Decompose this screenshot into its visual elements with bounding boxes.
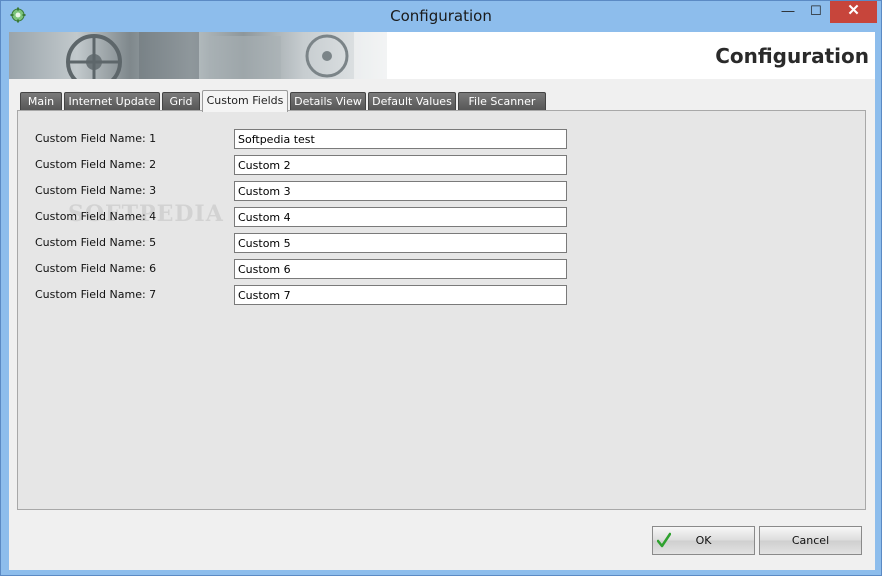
custom-field-input-2[interactable] <box>234 155 567 175</box>
custom-field-row-6: Custom Field Name: 6 <box>18 259 867 279</box>
custom-fields-panel: SOFTPEDIA Custom Field Name: 1 Custom Fi… <box>17 110 866 510</box>
minimize-button[interactable]: — <box>775 1 801 23</box>
tab-file-scanner[interactable]: File Scanner <box>458 92 546 111</box>
custom-field-label-1: Custom Field Name: 1 <box>35 132 157 145</box>
configuration-window: Configuration — ☐ ✕ Configuration Main I… <box>0 0 882 576</box>
custom-field-label-3: Custom Field Name: 3 <box>35 184 157 197</box>
custom-field-row-5: Custom Field Name: 5 <box>18 233 867 253</box>
custom-field-label-7: Custom Field Name: 7 <box>35 288 157 301</box>
tab-main[interactable]: Main <box>20 92 62 111</box>
title-bar[interactable]: Configuration — ☐ ✕ <box>1 1 881 31</box>
custom-field-row-4: Custom Field Name: 4 <box>18 207 867 227</box>
custom-field-label-6: Custom Field Name: 6 <box>35 262 157 275</box>
custom-field-input-3[interactable] <box>234 181 567 201</box>
maximize-button[interactable]: ☐ <box>803 1 829 23</box>
custom-field-row-3: Custom Field Name: 3 <box>18 181 867 201</box>
cancel-button-label: Cancel <box>791 534 830 547</box>
banner-title: Configuration <box>715 44 869 68</box>
header-banner: Configuration <box>9 32 875 79</box>
banner-image <box>9 32 387 79</box>
custom-field-label-5: Custom Field Name: 5 <box>35 236 157 249</box>
custom-field-row-1: Custom Field Name: 1 <box>18 129 867 149</box>
ok-button[interactable]: OK <box>652 526 755 555</box>
tab-custom-fields[interactable]: Custom Fields <box>202 90 288 112</box>
tab-grid[interactable]: Grid <box>162 92 200 111</box>
custom-field-input-1[interactable] <box>234 129 567 149</box>
ok-button-label: OK <box>695 534 712 547</box>
film-reel-graphic <box>66 32 387 79</box>
custom-field-input-4[interactable] <box>234 207 567 227</box>
window-client: Configuration Main Internet Update Grid … <box>9 32 875 570</box>
tab-details-view[interactable]: Details View <box>290 92 366 111</box>
tab-internet-update[interactable]: Internet Update <box>64 92 160 111</box>
close-button[interactable]: ✕ <box>830 1 877 23</box>
tab-default-values[interactable]: Default Values <box>368 92 456 111</box>
checkmark-icon <box>657 532 671 548</box>
custom-field-label-4: Custom Field Name: 4 <box>35 210 157 223</box>
custom-field-input-5[interactable] <box>234 233 567 253</box>
custom-field-row-7: Custom Field Name: 7 <box>18 285 867 305</box>
window-title: Configuration <box>390 7 492 25</box>
custom-field-row-2: Custom Field Name: 2 <box>18 155 867 175</box>
custom-field-label-2: Custom Field Name: 2 <box>35 158 157 171</box>
custom-field-input-7[interactable] <box>234 285 567 305</box>
custom-field-input-6[interactable] <box>234 259 567 279</box>
cancel-button[interactable]: Cancel <box>759 526 862 555</box>
